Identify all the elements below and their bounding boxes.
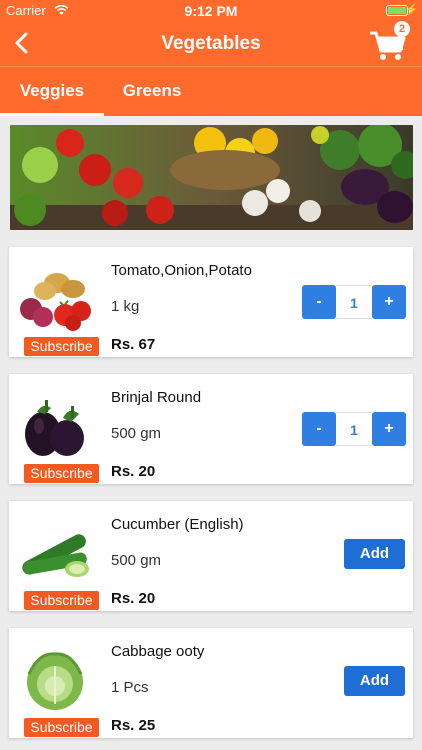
tab-greens[interactable]: Greens <box>104 67 200 116</box>
quantity-value: 1 <box>336 412 372 446</box>
quantity-stepper: - 1 + <box>302 285 406 319</box>
increment-button[interactable]: + <box>372 285 406 319</box>
cabbage-image <box>27 652 83 710</box>
add-to-cart-button[interactable]: Add <box>344 539 405 569</box>
product-quantity: 500 gm <box>111 425 162 442</box>
quantity-value: 1 <box>336 285 372 319</box>
product-price: Rs. 20 <box>111 590 156 607</box>
product-name: Tomato,Onion,Potato <box>111 262 252 279</box>
cucumber-image <box>22 534 89 577</box>
subscribe-button[interactable]: Subscribe <box>24 591 99 610</box>
decrement-button[interactable]: - <box>302 412 336 446</box>
clock: 9:12 PM <box>184 3 238 19</box>
status-bar: Carrier 9:12 PM ⚡ <box>0 0 422 22</box>
page-title: Vegetables <box>161 33 261 54</box>
charging-icon: ⚡ <box>405 4 419 16</box>
nav-bar: Vegetables 2 <box>0 21 422 67</box>
increment-button[interactable]: + <box>372 412 406 446</box>
add-to-cart-button[interactable]: Add <box>344 666 405 696</box>
category-tabs: Veggies Greens <box>0 67 422 116</box>
product-card: Subscribe Cabbage ooty 1 Pcs Rs. 25 Add <box>9 628 413 738</box>
tomato-onion-potato-image <box>20 273 91 331</box>
product-card: Subscribe Brinjal Round 500 gm Rs. 20 - … <box>9 374 413 484</box>
product-quantity: 1 Pcs <box>111 679 149 696</box>
cart-badge: 2 <box>394 21 410 37</box>
subscribe-button[interactable]: Subscribe <box>24 337 99 356</box>
product-card: Subscribe Tomato,Onion,Potato 1 kg Rs. 6… <box>9 247 413 357</box>
product-name: Cucumber (English) <box>111 516 244 533</box>
product-quantity: 500 gm <box>111 552 162 569</box>
product-price: Rs. 20 <box>111 463 156 480</box>
vegetables-banner-image <box>10 125 413 230</box>
tab-veggies[interactable]: Veggies <box>0 67 104 116</box>
product-price: Rs. 67 <box>111 336 156 353</box>
decrement-button[interactable]: - <box>302 285 336 319</box>
product-price: Rs. 25 <box>111 717 156 734</box>
product-name: Cabbage ooty <box>111 643 205 660</box>
quantity-stepper: - 1 + <box>302 412 406 446</box>
product-card: Subscribe Cucumber (English) 500 gm Rs. … <box>9 501 413 611</box>
product-quantity: 1 kg <box>111 298 140 315</box>
brinjal-image <box>25 400 84 456</box>
subscribe-button[interactable]: Subscribe <box>24 464 99 483</box>
product-name: Brinjal Round <box>111 389 202 406</box>
subscribe-button[interactable]: Subscribe <box>24 718 99 737</box>
